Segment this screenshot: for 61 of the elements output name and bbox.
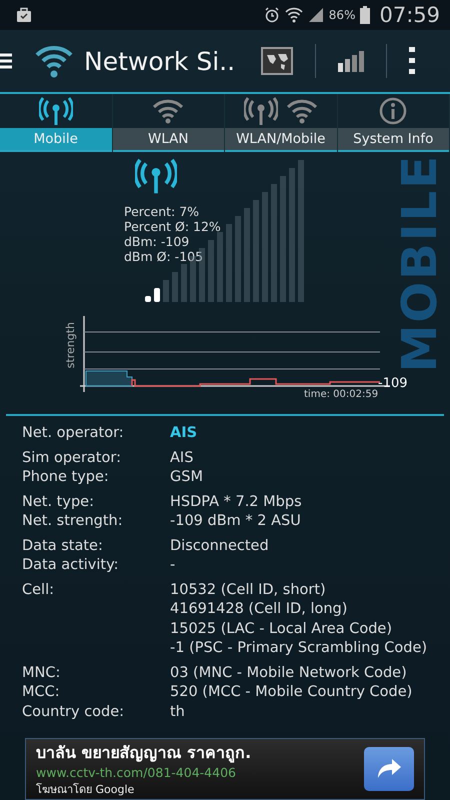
detail-label: MNC: [22, 664, 62, 682]
arrow-icon [376, 758, 402, 780]
briefcase-icon [16, 7, 32, 23]
ad-headline: บาลัน ขยายสัญญาณ ราคาถูก. [36, 742, 252, 765]
axis-label: strength [64, 322, 77, 368]
menu-icon[interactable] [0, 53, 12, 69]
alarm-icon [264, 7, 280, 23]
detail-value: 15025 (LAC - Local Area Code) [170, 620, 393, 638]
graph-time: time: 00:02:59 [304, 389, 378, 400]
detail-value: Disconnected [170, 536, 269, 556]
detail-value: 520 (MCC - Mobile Country Code) [170, 683, 412, 702]
detail-label: Net. operator: [22, 424, 125, 443]
antenna-icon [38, 97, 73, 125]
map-icon[interactable] [261, 47, 293, 75]
signal-stat: Percent: 7% [124, 204, 200, 219]
detail-value: AIS [170, 424, 198, 443]
detail-value: GSM [170, 468, 203, 487]
detail-value: HSDPA * 7.2 Mbps [170, 492, 302, 512]
ad-url: www.cctv-th.com/081-404-4406 [36, 765, 237, 780]
wifi-logo-icon [34, 43, 74, 79]
ad-attribution: โฆษณาโดย Google [36, 782, 136, 798]
ad-banner[interactable]: บาลัน ขยายสัญญาณ ราคาถูก. www.cctv-th.com/081-404-4406 โฆษณาโดย Google [25, 738, 425, 800]
app-title: Network Si.. [84, 46, 236, 76]
signal-stat: dBm Ø: -105 [124, 249, 204, 264]
share-button[interactable] [364, 747, 414, 791]
wifi-icon [284, 7, 303, 23]
wifi-icon [152, 98, 184, 124]
signal-stat: dBm: -109 [124, 234, 190, 249]
detail-label: MCC: [22, 683, 61, 702]
detail-value: th [170, 702, 185, 722]
battery-percent: 86% [328, 8, 356, 22]
detail-value: - [170, 556, 176, 575]
detail-value: -1 (PSC - Primary Scrambling Code) [170, 639, 428, 658]
detail-label: Phone type: [22, 468, 110, 487]
cell-signal-icon [308, 7, 324, 23]
overflow-menu-icon[interactable] [409, 47, 415, 75]
signal-stat: Percent Ø: 12% [124, 219, 221, 234]
detail-label: Cell: [22, 580, 55, 600]
side-label: MOBILE [392, 154, 448, 372]
wifi-icon [286, 98, 318, 124]
detail-label: Data state: [22, 536, 104, 556]
detail-value: 03 (MNC - Mobile Network Code) [170, 664, 407, 682]
antenna-icon [244, 97, 278, 125]
detail-label: Sim operator: [22, 448, 122, 468]
graph-reading: -109 [378, 376, 408, 391]
detail-label: Data activity: [22, 556, 120, 575]
clock: 07:59 [379, 3, 440, 27]
tab[interactable]: WLAN/Mobile [225, 94, 338, 152]
detail-value: 41691428 (Cell ID, long) [170, 600, 348, 619]
tab[interactable]: System Info [338, 94, 450, 152]
antenna-icon [135, 158, 177, 194]
detail-label: Country code: [22, 702, 126, 722]
detail-value: AIS [170, 448, 194, 468]
tab[interactable]: WLAN [112, 94, 225, 152]
info-icon [379, 97, 408, 125]
detail-value: -109 dBm * 2 ASU [170, 512, 301, 531]
detail-label: Net. type: [22, 492, 95, 512]
detail-label: Net. strength: [22, 512, 124, 531]
signal-bars-icon[interactable] [338, 50, 364, 72]
battery-icon [360, 6, 370, 24]
detail-value: 10532 (Cell ID, short) [170, 580, 327, 600]
